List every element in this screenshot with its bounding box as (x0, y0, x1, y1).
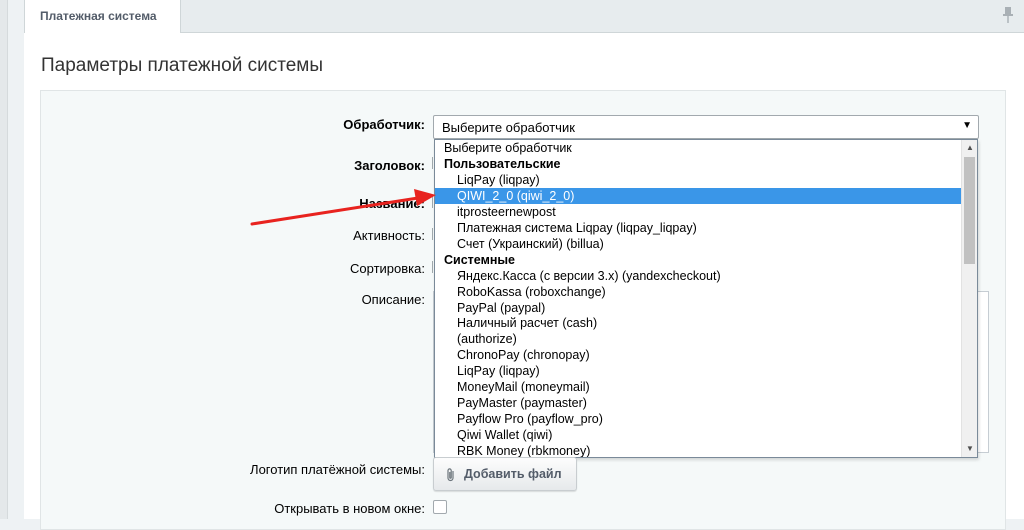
dropdown-option[interactable]: (authorize) (435, 331, 962, 347)
active-label: Активность: (353, 228, 425, 243)
pin-icon[interactable] (1002, 6, 1014, 24)
scroll-thumb[interactable] (964, 157, 975, 264)
dropdown-group-label: Пользовательские (444, 156, 561, 171)
new-window-checkbox[interactable] (433, 500, 447, 514)
dropdown-option[interactable]: PayPal (paypal) (435, 300, 962, 316)
dropdown-option[interactable]: Payflow Pro (payflow_pro) (435, 411, 962, 427)
dropdown-option[interactable]: Платежная система Liqpay (liqpay_liqpay) (435, 220, 962, 236)
dropdown-option[interactable]: MoneyMail (moneymail) (435, 379, 962, 395)
dropdown-option[interactable]: Выберите обработчик (435, 140, 962, 156)
sort-label: Сортировка: (350, 261, 425, 276)
description-label: Описание: (361, 292, 425, 307)
dropdown-option[interactable]: ChronoPay (chronopay) (435, 347, 962, 363)
paperclip-icon (447, 468, 454, 482)
left-frame-edge (0, 0, 8, 519)
dropdown-option[interactable]: Наличный расчет (cash) (435, 315, 962, 331)
logo-label: Логотип платёжной системы: (250, 462, 425, 477)
handler-dropdown-list[interactable]: Выберите обработчик Пользовательские LiqPa… (434, 139, 978, 458)
dropdown-option[interactable]: RoboKassa (roboxchange) (435, 284, 962, 300)
scroll-up-icon[interactable]: ▲ (962, 140, 977, 156)
dropdown-option[interactable]: LiqPay (liqpay) (435, 363, 962, 379)
dropdown-option[interactable]: LiqPay (liqpay) (435, 172, 962, 188)
dropdown-option[interactable]: itprosteernewpost (435, 204, 962, 220)
tab-payment-system[interactable]: Платежная система (24, 0, 181, 34)
handler-label: Обработчик: (343, 117, 425, 132)
name-label: Название: (359, 196, 425, 211)
new-window-label: Открывать в новом окне: (274, 501, 425, 516)
scroll-down-icon[interactable]: ▼ (962, 441, 977, 457)
handler-select[interactable]: Выберите обработчик ▼ (433, 115, 979, 139)
dropdown-option[interactable]: Счет (Украинский) (billua) (435, 236, 962, 252)
dropdown-option[interactable]: QIWI_2_0 (qiwi_2_0) (435, 187, 962, 204)
dropdown-option[interactable]: Qiwi Wallet (qiwi) (435, 427, 962, 443)
handler-select-value: Выберите обработчик (442, 120, 575, 135)
tab-label: Платежная система (40, 9, 157, 23)
dropdown-option[interactable]: RBK Money (rbkmoney) (435, 443, 962, 457)
chevron-down-icon: ▼ (962, 120, 972, 131)
add-file-label: Добавить файл (464, 467, 562, 481)
page-title: Параметры платежной системы (41, 55, 323, 76)
dropdown-option[interactable]: Яндекс.Касса (с версии 3.x) (yandexcheck… (435, 268, 962, 284)
dropdown-group-label: Системные (444, 252, 515, 267)
left-gutter (12, 0, 24, 519)
dropdown-option[interactable]: PayMaster (paymaster) (435, 395, 962, 411)
dropdown-scrollbar[interactable]: ▲ ▼ (961, 140, 977, 457)
add-file-button[interactable]: Добавить файл (433, 457, 577, 491)
header-label: Заголовок: (354, 158, 425, 173)
